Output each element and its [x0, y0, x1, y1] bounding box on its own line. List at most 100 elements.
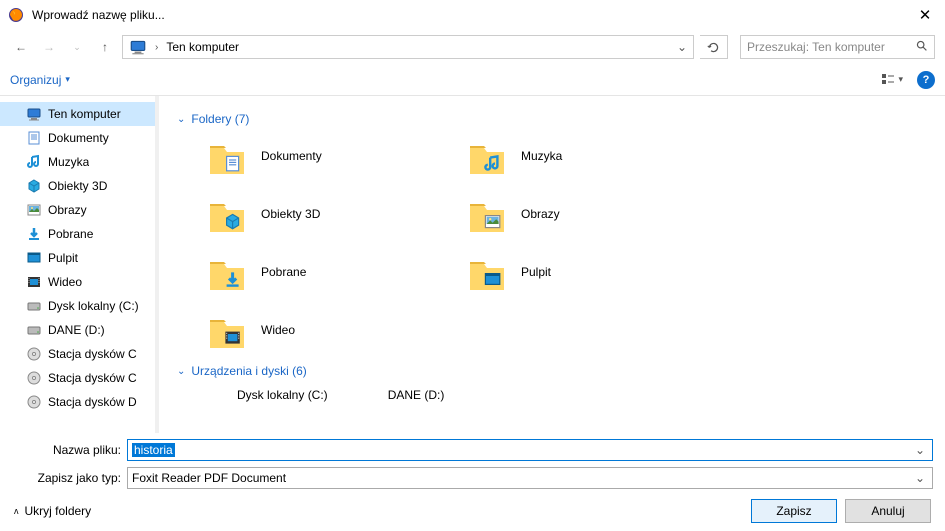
tree-item[interactable]: Ten komputer: [0, 102, 155, 126]
pc-icon: [26, 106, 42, 122]
doc-folder-icon: [207, 136, 247, 176]
hide-folders-label: Ukryj foldery: [25, 504, 92, 518]
app-icon: [8, 7, 24, 23]
filetype-select[interactable]: Foxit Reader PDF Document ⌄: [127, 467, 933, 489]
search-placeholder: Przeszukaj: Ten komputer: [747, 40, 915, 54]
disk-item[interactable]: Dysk lokalny (C:): [237, 388, 328, 402]
recent-dropdown[interactable]: ⌄: [66, 36, 88, 58]
organize-label: Organizuj: [10, 73, 61, 87]
tree-item[interactable]: DANE (D:): [0, 318, 155, 342]
main-pane: ⌄ Foldery (7) Dokumenty Muzyka Obiekty 3…: [159, 96, 945, 433]
group-header-folders[interactable]: ⌄ Foldery (7): [177, 112, 927, 126]
tree-item-label: Pulpit: [48, 251, 78, 265]
tree-item-label: Stacja dysków C: [48, 347, 137, 361]
disk-row: Dysk lokalny (C:) DANE (D:): [237, 388, 927, 402]
chevron-down-icon: ⌄: [177, 366, 185, 377]
bottom-fields: Nazwa pliku: historia ⌄ Zapisz jako typ:…: [0, 433, 945, 491]
folder-label: Dokumenty: [261, 149, 322, 163]
cd-icon: [26, 394, 42, 410]
search-box[interactable]: Przeszukaj: Ten komputer: [740, 35, 935, 59]
chevron-down-icon: ⌄: [177, 114, 185, 125]
tree-item-label: Muzyka: [48, 155, 89, 169]
tree-item[interactable]: Stacja dysków C: [0, 342, 155, 366]
hide-folders-button[interactable]: ʌ Ukryj foldery: [14, 504, 91, 518]
tree-item-label: Obrazy: [48, 203, 87, 217]
vid-folder-icon: [207, 310, 247, 350]
view-options-button[interactable]: ▾: [880, 72, 903, 88]
tree-item-label: Wideo: [48, 275, 82, 289]
folder-item[interactable]: Pulpit: [467, 252, 687, 292]
filetype-value: Foxit Reader PDF Document: [132, 471, 286, 485]
pic-icon: [26, 202, 42, 218]
tree-item[interactable]: Pobrane: [0, 222, 155, 246]
folder-item[interactable]: Muzyka: [467, 136, 687, 176]
filetype-label: Zapisz jako typ:: [12, 471, 127, 485]
folder-item[interactable]: Obiekty 3D: [207, 194, 427, 234]
filetype-dropdown-icon[interactable]: ⌄: [912, 471, 928, 485]
body: Ten komputer Dokumenty Muzyka Obiekty 3D Obr…: [0, 96, 945, 433]
refresh-button[interactable]: [700, 35, 728, 59]
tree-item[interactable]: Stacja dysków C: [0, 366, 155, 390]
chevron-up-icon: ʌ: [14, 506, 19, 516]
group-header-devices[interactable]: ⌄ Urządzenia i dyski (6): [177, 364, 927, 378]
help-button[interactable]: ?: [917, 71, 935, 89]
folder-label: Pulpit: [521, 265, 551, 279]
desk-folder-icon: [467, 252, 507, 292]
tree-item[interactable]: Stacja dysków D: [0, 390, 155, 414]
folder-label: Muzyka: [521, 149, 562, 163]
tree-item[interactable]: Wideo: [0, 270, 155, 294]
back-button[interactable]: ←: [10, 36, 32, 58]
toolbar: Organizuj ▾ ▾ ?: [0, 64, 945, 96]
folder-item[interactable]: Pobrane: [207, 252, 427, 292]
folder-label: Pobrane: [261, 265, 306, 279]
3d-folder-icon: [207, 194, 247, 234]
folder-label: Obrazy: [521, 207, 560, 221]
vid-icon: [26, 274, 42, 290]
folder-label: Wideo: [261, 323, 295, 337]
cd-icon: [26, 346, 42, 362]
cancel-button[interactable]: Anuluj: [845, 499, 931, 523]
down-folder-icon: [207, 252, 247, 292]
tree-item[interactable]: Pulpit: [0, 246, 155, 270]
folder-label: Obiekty 3D: [261, 207, 320, 221]
footer: ʌ Ukryj foldery Zapisz Anuluj: [0, 491, 945, 531]
forward-button[interactable]: →: [38, 36, 60, 58]
organize-menu[interactable]: Organizuj ▾: [10, 73, 70, 87]
filename-input[interactable]: historia ⌄: [127, 439, 933, 461]
doc-icon: [26, 130, 42, 146]
folder-item[interactable]: Obrazy: [467, 194, 687, 234]
desk-icon: [26, 250, 42, 266]
window-title: Wprowadź nazwę pliku...: [32, 8, 913, 22]
folder-item[interactable]: Dokumenty: [207, 136, 427, 176]
sidebar: Ten komputer Dokumenty Muzyka Obiekty 3D Obr…: [0, 96, 155, 433]
tree-item-label: Stacja dysków D: [48, 395, 137, 409]
tree-item-label: Obiekty 3D: [48, 179, 107, 193]
search-icon: [915, 39, 928, 55]
group-header-label: Foldery (7): [191, 112, 249, 126]
disk-item[interactable]: DANE (D:): [388, 388, 445, 402]
up-button[interactable]: ↑: [94, 36, 116, 58]
tree-item-label: Dokumenty: [48, 131, 109, 145]
titlebar: Wprowadź nazwę pliku... ✕: [0, 0, 945, 30]
disk-icon: [26, 322, 42, 338]
music-folder-icon: [467, 136, 507, 176]
tree-item[interactable]: Obrazy: [0, 198, 155, 222]
folder-grid: Dokumenty Muzyka Obiekty 3D Obrazy Pobra…: [207, 136, 927, 350]
chevron-down-icon: ▾: [65, 74, 70, 85]
address-bar[interactable]: › Ten komputer ⌄: [122, 35, 694, 59]
tree-item[interactable]: Muzyka: [0, 150, 155, 174]
folder-item[interactable]: Wideo: [207, 310, 427, 350]
close-button[interactable]: ✕: [913, 6, 937, 24]
tree-item[interactable]: Dokumenty: [0, 126, 155, 150]
breadcrumb-item[interactable]: Ten komputer: [162, 40, 243, 54]
tree-item-label: Pobrane: [48, 227, 93, 241]
3d-icon: [26, 178, 42, 194]
tree-item[interactable]: Obiekty 3D: [0, 174, 155, 198]
filename-dropdown-icon[interactable]: ⌄: [912, 443, 928, 457]
music-icon: [26, 154, 42, 170]
save-button[interactable]: Zapisz: [751, 499, 837, 523]
address-dropdown-icon[interactable]: ⌄: [673, 40, 691, 54]
tree-item[interactable]: Dysk lokalny (C:): [0, 294, 155, 318]
down-icon: [26, 226, 42, 242]
group-header-label: Urządzenia i dyski (6): [191, 364, 306, 378]
